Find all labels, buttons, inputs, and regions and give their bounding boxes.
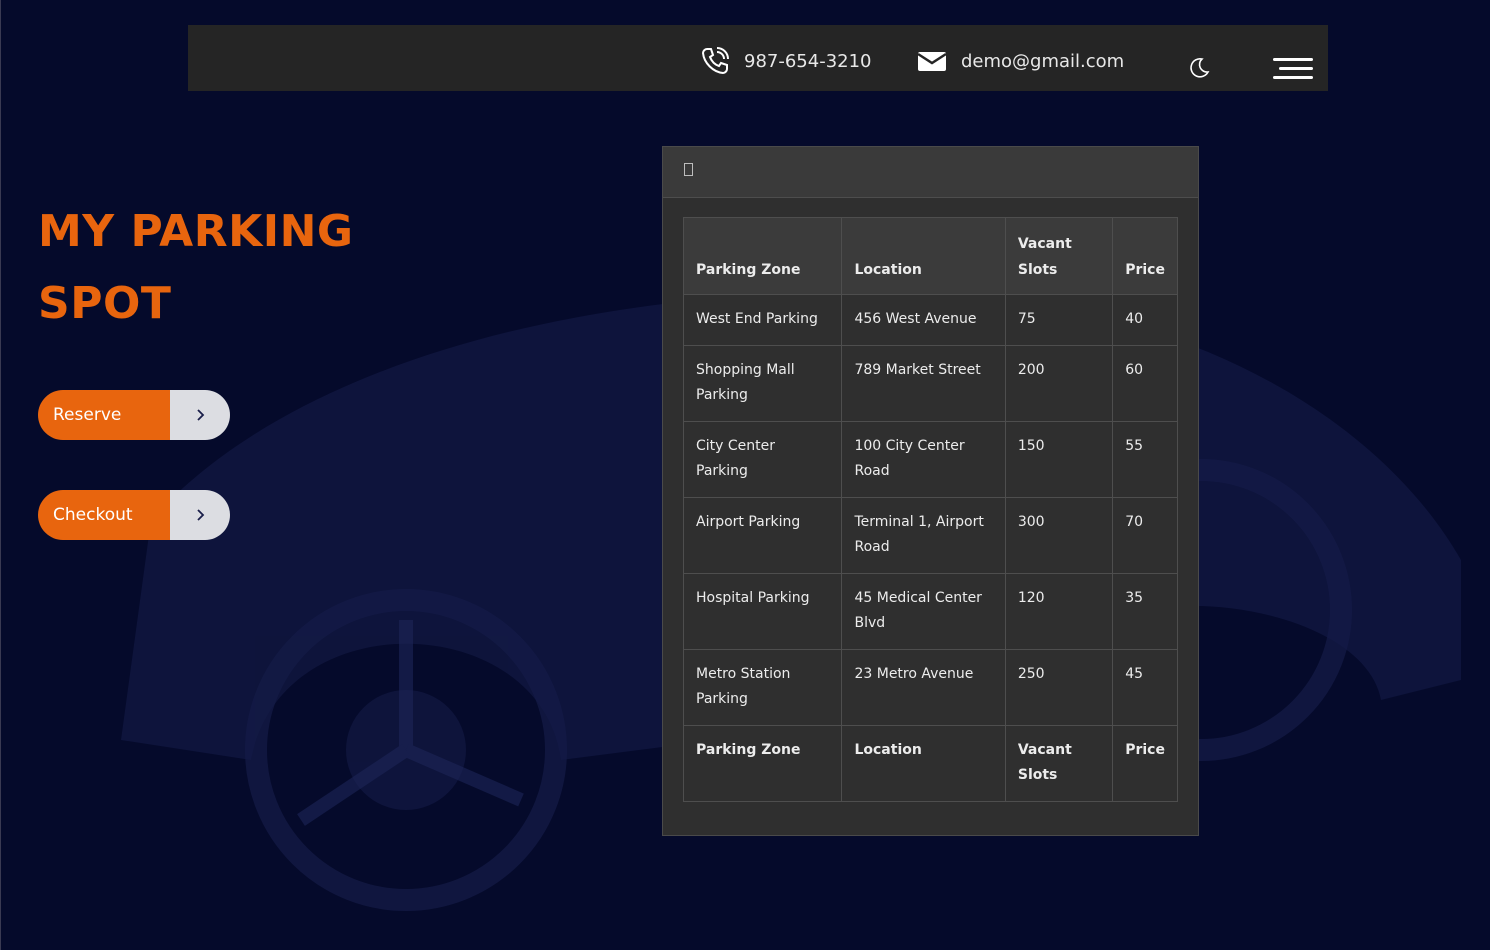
footer-price: Price xyxy=(1112,724,1178,802)
cell-price: 70 xyxy=(1112,496,1178,574)
cell-vacant: 75 xyxy=(1004,294,1114,346)
missing-glyph-icon xyxy=(684,163,693,176)
cell-location: 456 West Avenue xyxy=(841,294,1006,346)
hero-title-line2: SPOT xyxy=(38,278,172,329)
phone-icon xyxy=(701,47,729,75)
cell-location: 45 Medical Center Blvd xyxy=(841,572,1006,650)
phone-contact[interactable]: 987-654-3210 xyxy=(700,25,872,91)
chevron-right-icon xyxy=(170,490,230,540)
cell-zone: Metro Station Parking xyxy=(682,648,843,726)
cell-location: Terminal 1, Airport Road xyxy=(841,496,1006,574)
parking-table-panel: Parking Zone Location Vacant Slots Price… xyxy=(662,146,1199,836)
cell-price: 45 xyxy=(1112,648,1178,726)
table-row[interactable]: City Center Parking 100 City Center Road… xyxy=(682,420,1178,498)
checkout-button[interactable]: Checkout xyxy=(38,490,230,540)
header-vacant-slots[interactable]: Vacant Slots xyxy=(1004,217,1114,295)
header-location[interactable]: Location xyxy=(841,217,1006,295)
table-header-row: Parking Zone Location Vacant Slots Price xyxy=(682,217,1178,295)
top-bar: 987-654-3210 demo@gmail.com xyxy=(188,25,1328,91)
cell-vacant: 200 xyxy=(1004,344,1114,422)
cell-zone: West End Parking xyxy=(682,294,843,346)
table-row[interactable]: Shopping Mall Parking 789 Market Street … xyxy=(682,344,1178,422)
cell-price: 55 xyxy=(1112,420,1178,498)
panel-header xyxy=(663,147,1198,198)
cell-location: 100 City Center Road xyxy=(841,420,1006,498)
cell-vacant: 300 xyxy=(1004,496,1114,574)
checkout-button-label: Checkout xyxy=(38,490,170,540)
table-row[interactable]: Airport Parking Terminal 1, Airport Road… xyxy=(682,496,1178,574)
hero-title-line1: MY PARKING xyxy=(38,206,354,257)
parking-table: Parking Zone Location Vacant Slots Price… xyxy=(682,217,1178,802)
cell-vacant: 250 xyxy=(1004,648,1114,726)
cell-zone: Shopping Mall Parking xyxy=(682,344,843,422)
cell-vacant: 150 xyxy=(1004,420,1114,498)
reserve-button-label: Reserve xyxy=(38,390,170,440)
table-footer-row: Parking Zone Location Vacant Slots Price xyxy=(682,724,1178,802)
header-price[interactable]: Price xyxy=(1112,217,1178,295)
footer-vacant-slots: Vacant Slots xyxy=(1004,724,1114,802)
hero-title: MY PARKING SPOT xyxy=(38,196,458,340)
cell-location: 23 Metro Avenue xyxy=(841,648,1006,726)
table-row[interactable]: Hospital Parking 45 Medical Center Blvd … xyxy=(682,572,1178,650)
table-row[interactable]: West End Parking 456 West Avenue 75 40 xyxy=(682,294,1178,346)
phone-number: 987-654-3210 xyxy=(744,50,872,72)
footer-parking-zone: Parking Zone xyxy=(682,724,843,802)
cell-zone: Hospital Parking xyxy=(682,572,843,650)
chevron-right-icon xyxy=(170,390,230,440)
cell-zone: City Center Parking xyxy=(682,420,843,498)
email-address: demo@gmail.com xyxy=(961,50,1125,72)
footer-location: Location xyxy=(841,724,1006,802)
cell-price: 35 xyxy=(1112,572,1178,650)
cell-location: 789 Market Street xyxy=(841,344,1006,422)
moon-icon[interactable] xyxy=(1188,57,1210,79)
cell-price: 40 xyxy=(1112,294,1178,346)
table-row[interactable]: Metro Station Parking 23 Metro Avenue 25… xyxy=(682,648,1178,726)
reserve-button[interactable]: Reserve xyxy=(38,390,230,440)
envelope-icon xyxy=(917,52,947,71)
cell-vacant: 120 xyxy=(1004,572,1114,650)
cell-zone: Airport Parking xyxy=(682,496,843,574)
cell-price: 60 xyxy=(1112,344,1178,422)
email-contact[interactable]: demo@gmail.com xyxy=(917,25,1124,91)
header-parking-zone[interactable]: Parking Zone xyxy=(682,217,843,295)
hamburger-menu-icon[interactable] xyxy=(1273,58,1313,82)
